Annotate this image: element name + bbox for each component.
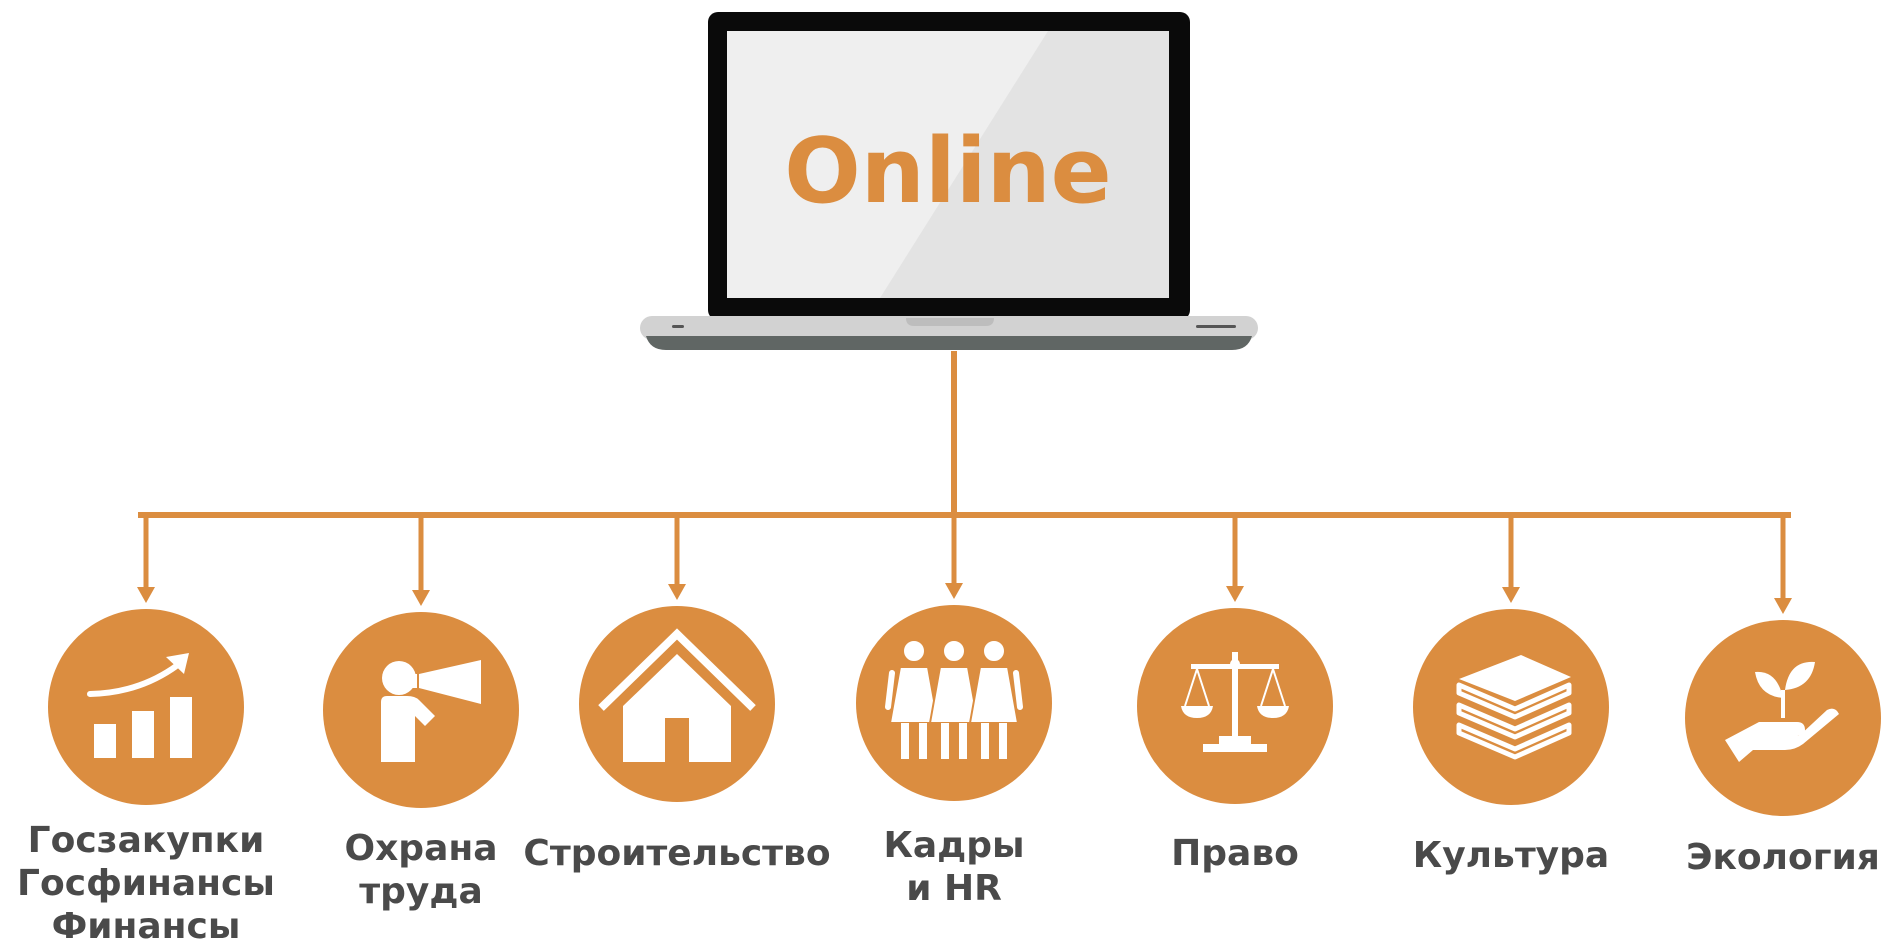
laptop-notch — [906, 318, 994, 326]
arrowhead — [945, 583, 963, 599]
arrowhead — [1502, 587, 1520, 603]
node-label-line: Культура — [1412, 835, 1610, 876]
arrowhead — [668, 584, 686, 600]
laptop-base-shadow — [646, 336, 1252, 350]
node-label-line: Кадры — [883, 825, 1025, 866]
node-label-line: Госзакупки — [27, 820, 265, 861]
node-pravo — [1137, 608, 1333, 804]
node-ekologiya — [1685, 620, 1881, 816]
node-label-line: Финансы — [51, 906, 241, 947]
laptop-screen-text: Online — [784, 119, 1111, 224]
node-label-line: Охрана — [344, 828, 498, 869]
diagram-canvas: Online — [48, 12, 1881, 816]
node-label-goszakupki: Госзакупки Госфинансы Финансы — [17, 819, 275, 948]
node-kadry — [856, 605, 1052, 801]
node-label-line: Госфинансы — [17, 863, 275, 904]
node-label-stroitelstvo: Строительство — [523, 832, 830, 875]
diagram-stage: Online Госзакупки Госфинансы Финансы Охрана… — [0, 0, 1900, 948]
node-goszakupki — [48, 609, 244, 805]
node-label-ohrana-truda: Охрана труда — [344, 827, 497, 913]
node-ohrana-truda — [323, 612, 519, 808]
laptop-vent-left — [672, 325, 684, 328]
connector-lines — [137, 351, 1792, 614]
arrowhead — [1226, 586, 1244, 602]
node-label-line: Строительство — [523, 833, 831, 874]
node-label-kultura: Культура — [1413, 834, 1609, 877]
node-stroitelstvo — [579, 606, 775, 802]
node-label-line: Право — [1171, 833, 1299, 874]
node-circle — [48, 609, 244, 805]
node-circles — [48, 605, 1881, 816]
node-label-kadry: Кадры и HR — [883, 824, 1024, 910]
node-label-ekologiya: Экология — [1686, 836, 1880, 879]
arrowhead — [412, 590, 430, 606]
node-label-line: труда — [359, 871, 483, 912]
node-label-line: Экология — [1686, 837, 1880, 878]
node-label-line: и HR — [906, 868, 1002, 909]
arrowhead — [137, 587, 155, 603]
node-label-pravo: Право — [1171, 832, 1299, 875]
node-kultura — [1413, 609, 1609, 805]
laptop: Online — [640, 12, 1258, 350]
laptop-vent-right — [1196, 325, 1236, 328]
arrowhead — [1774, 598, 1792, 614]
